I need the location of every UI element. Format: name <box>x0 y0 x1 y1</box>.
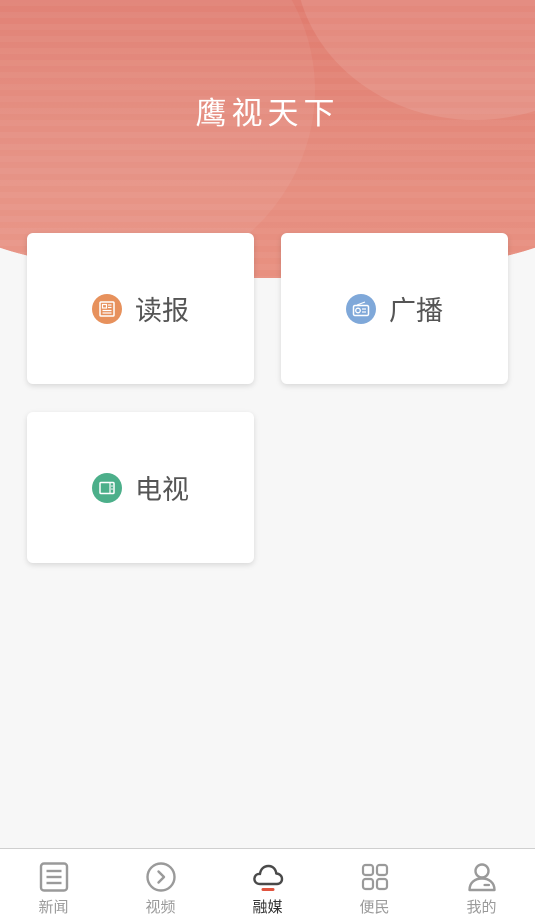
tab-label: 新闻 <box>38 898 69 916</box>
grid-icon <box>358 860 392 894</box>
news-list-icon <box>37 860 71 894</box>
card-label: 广播 <box>389 296 443 327</box>
page-title: 鹰视天下 <box>195 96 340 132</box>
tab-video[interactable]: 视频 <box>107 849 214 920</box>
tv-icon <box>92 472 122 503</box>
card-label: 读报 <box>135 296 189 327</box>
newspaper-icon <box>92 293 122 324</box>
tab-profile[interactable]: 我的 <box>428 849 535 920</box>
cloud-icon <box>251 860 285 894</box>
user-icon <box>465 860 499 894</box>
play-circle-icon <box>144 860 178 894</box>
card-tv[interactable]: 电视 <box>27 412 254 563</box>
tab-label: 视频 <box>145 898 176 916</box>
bottom-tab-bar: 新闻 视频 融媒 便民 我的 <box>0 848 535 920</box>
card-read-newspaper[interactable]: 读报 <box>27 233 254 384</box>
tab-media[interactable]: 融媒 <box>214 849 321 920</box>
tab-label: 便民 <box>359 898 390 916</box>
card-label: 电视 <box>135 475 189 506</box>
tab-label: 我的 <box>466 898 497 916</box>
radio-icon <box>346 293 376 324</box>
app-screen: 鹰视天下 读报 广播 电视 新闻 视频 融媒 便民 我的 <box>0 0 535 920</box>
tab-services[interactable]: 便民 <box>321 849 428 920</box>
tab-news[interactable]: 新闻 <box>0 849 107 920</box>
card-radio[interactable]: 广播 <box>281 233 508 384</box>
tab-label: 融媒 <box>252 898 283 916</box>
